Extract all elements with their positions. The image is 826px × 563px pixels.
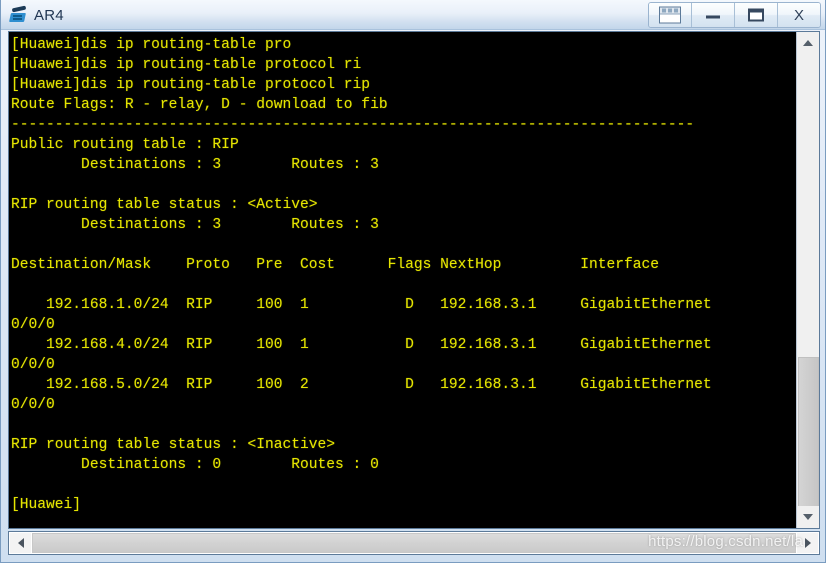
chevron-left-icon [17, 538, 24, 548]
chevron-up-icon [803, 40, 813, 46]
chevron-down-icon [803, 514, 813, 520]
scroll-left-button[interactable] [10, 533, 31, 553]
minimize-button[interactable] [692, 3, 735, 27]
close-icon: X [793, 6, 804, 24]
horizontal-scrollbar[interactable] [8, 531, 820, 555]
terminal-screen[interactable]: [Huawei]dis ip routing-table pro [Huawei… [9, 32, 796, 528]
titlebar-left-group: AR4 [9, 3, 64, 27]
restore-layout-button[interactable] [649, 3, 692, 27]
window-controls: X [648, 2, 821, 28]
scroll-right-button[interactable] [797, 533, 818, 553]
window-title: AR4 [34, 6, 64, 24]
maximize-icon [748, 8, 764, 22]
minimize-icon [706, 15, 720, 19]
router-switch-icon [9, 5, 29, 25]
restore-layout-icon [659, 6, 681, 24]
vertical-scrollbar-thumb[interactable] [798, 357, 819, 515]
terminal-console[interactable]: [Huawei]dis ip routing-table pro [Huawei… [8, 31, 820, 529]
window-titlebar[interactable]: AR4 X [1, 0, 825, 30]
horizontal-scrollbar-thumb[interactable] [32, 533, 796, 553]
chevron-right-icon [804, 538, 811, 548]
close-button[interactable]: X [778, 3, 820, 27]
maximize-button[interactable] [735, 3, 778, 27]
scroll-down-button[interactable] [797, 506, 819, 528]
terminal-output: [Huawei]dis ip routing-table pro [Huawei… [11, 37, 712, 513]
terminal-window: AR4 X [Huawei]dis ip routing-table pro [… [0, 0, 826, 563]
scroll-up-button[interactable] [797, 32, 819, 54]
vertical-scrollbar[interactable] [796, 32, 819, 528]
